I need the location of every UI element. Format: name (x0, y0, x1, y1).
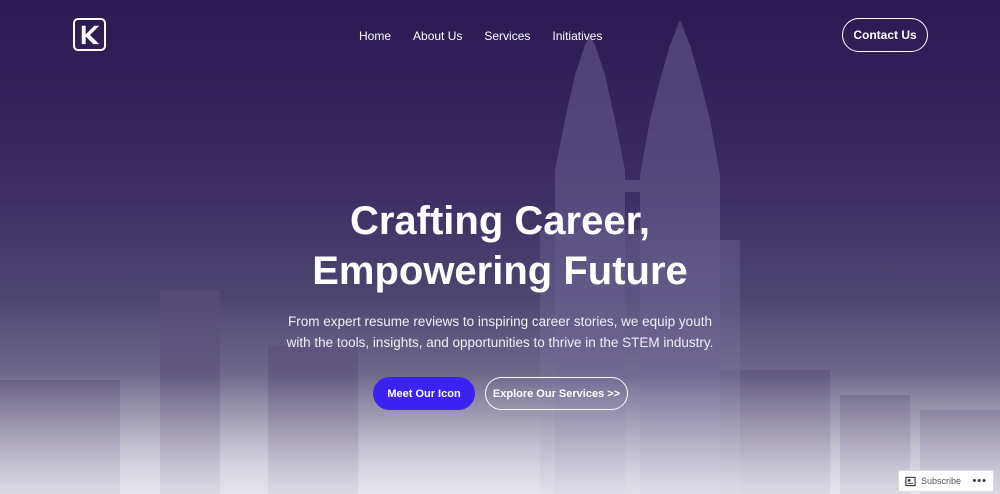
hero-title-line-1: Crafting Career, (349, 199, 651, 243)
hero-title-line-2: Empowering Future (312, 249, 688, 293)
hero-subtitle-line-2: with the tools, insights, and opportunit… (286, 335, 714, 350)
main-navigation: Home About Us Services Initiatives (359, 28, 602, 44)
nav-initiatives[interactable]: Initiatives (552, 28, 602, 44)
hero-subtitle: From expert resume reviews to inspiring … (0, 311, 1000, 353)
nav-home[interactable]: Home (359, 28, 391, 44)
hero-section: Home About Us Services Initiatives Conta… (0, 0, 1000, 494)
more-dots-icon[interactable]: ••• (972, 476, 987, 487)
nav-about-us[interactable]: About Us (413, 28, 462, 44)
explore-services-button[interactable]: Explore Our Services >> (485, 377, 628, 410)
brand-logo[interactable] (73, 18, 106, 51)
meet-our-icon-button[interactable]: Meet Our Icon (373, 377, 475, 410)
hero-title: Crafting Career, Empowering Future (0, 196, 1000, 296)
subscribe-bar: Subscribe ••• (898, 470, 994, 492)
contact-us-button[interactable]: Contact Us (842, 18, 928, 52)
hero-subtitle-line-1: From expert resume reviews to inspiring … (288, 314, 712, 329)
nav-services[interactable]: Services (484, 28, 530, 44)
subscribe-button[interactable]: Subscribe (921, 476, 961, 486)
reader-icon[interactable] (905, 476, 916, 487)
k-logo-icon (81, 25, 100, 45)
